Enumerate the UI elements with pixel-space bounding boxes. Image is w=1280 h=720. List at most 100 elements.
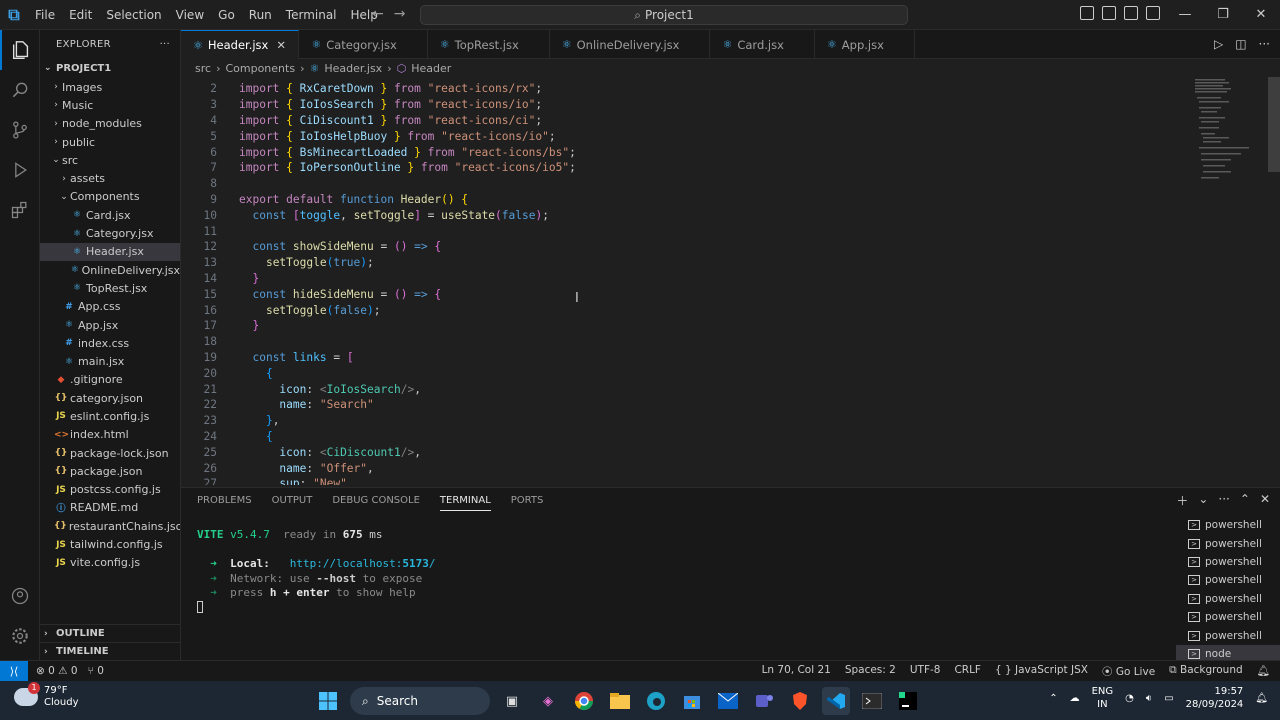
tree-file[interactable]: ◆ .gitignore bbox=[40, 371, 180, 389]
editor-tab[interactable]: ⚛ OnlineDelivery.jsx bbox=[550, 30, 711, 59]
code-line[interactable]: 16 setToggle(false); bbox=[181, 302, 1181, 318]
tree-file[interactable]: ⚛ App.jsx bbox=[40, 316, 180, 334]
tree-folder[interactable]: ⌄ src bbox=[40, 151, 180, 169]
code-line[interactable]: 11 bbox=[181, 223, 1181, 239]
timeline-section[interactable]: › TIMELINE bbox=[40, 642, 180, 660]
windows-start-icon[interactable] bbox=[314, 687, 342, 715]
tree-file[interactable]: ⚛ TopRest.jsx bbox=[40, 279, 180, 297]
code-line[interactable]: 9 export default function Header() { bbox=[181, 192, 1181, 208]
tree-folder[interactable]: › public bbox=[40, 133, 180, 151]
more-actions-icon[interactable]: ··· bbox=[1218, 492, 1229, 509]
tree-file[interactable]: ⚛ OnlineDelivery.jsx bbox=[40, 261, 180, 279]
chevron-up-icon[interactable]: ⌃ bbox=[1049, 693, 1057, 704]
tree-file[interactable]: {} category.json bbox=[40, 389, 180, 407]
minimap[interactable] bbox=[1193, 77, 1268, 187]
new-terminal-icon[interactable]: ＋ bbox=[1176, 492, 1188, 509]
code-line[interactable]: 10 const [toggle, setToggle] = useState(… bbox=[181, 207, 1181, 223]
menu-edit[interactable]: Edit bbox=[62, 0, 99, 30]
local-url[interactable]: http://localhost:5173/ bbox=[290, 557, 436, 570]
tree-file[interactable]: JS postcss.config.js bbox=[40, 481, 180, 499]
editor-scrollbar[interactable] bbox=[1268, 77, 1280, 172]
indentation[interactable]: Spaces: 2 bbox=[845, 664, 896, 679]
command-center-search[interactable]: ⌕ Project1 bbox=[420, 5, 908, 25]
close-panel-icon[interactable]: ✕ bbox=[1260, 492, 1270, 509]
code-line[interactable]: 4 import { CiDiscount1 } from "react-icon… bbox=[181, 113, 1181, 129]
terminal-instance[interactable]: > powershell bbox=[1176, 516, 1280, 534]
search-icon[interactable] bbox=[0, 70, 40, 110]
tree-file[interactable]: JS eslint.config.js bbox=[40, 407, 180, 425]
editor-tab[interactable]: ⚛ TopRest.jsx bbox=[428, 30, 550, 59]
restore-button[interactable]: ❐ bbox=[1204, 0, 1242, 30]
tree-file[interactable]: {} package-lock.json bbox=[40, 444, 180, 462]
extensions-icon[interactable] bbox=[0, 190, 40, 230]
ports-status[interactable]: ⑂ 0 bbox=[88, 665, 104, 677]
code-line[interactable]: 18 bbox=[181, 334, 1181, 350]
problems-status[interactable]: ⊗ 0 ⚠ 0 bbox=[36, 665, 78, 677]
code-line[interactable]: 19 const links = [ bbox=[181, 350, 1181, 366]
tree-file[interactable]: ⚛ Card.jsx bbox=[40, 206, 180, 224]
volume-icon[interactable]: 🔉︎ bbox=[1146, 693, 1152, 704]
breadcrumb-item[interactable]: Header.jsx bbox=[324, 62, 382, 75]
project-root[interactable]: ⌄ PROJECT1 bbox=[40, 58, 180, 78]
language-mode[interactable]: { } JavaScript JSX bbox=[995, 664, 1088, 679]
menu-file[interactable]: File bbox=[28, 0, 62, 30]
editor-tab[interactable]: ⚛ Card.jsx bbox=[710, 30, 815, 59]
tab-ports[interactable]: PORTS bbox=[511, 495, 544, 506]
notifications-bell-icon[interactable]: 🔔︎ bbox=[1257, 664, 1270, 679]
end-of-line[interactable]: CRLF bbox=[954, 664, 981, 679]
customize-layout-icon[interactable] bbox=[1146, 6, 1160, 20]
weather-widget[interactable]: 1 79°F Cloudy bbox=[14, 682, 78, 709]
editor-tab[interactable]: ⚛ Category.jsx bbox=[299, 30, 428, 59]
menu-terminal[interactable]: Terminal bbox=[279, 0, 344, 30]
tree-file[interactable]: ⓘ README.md bbox=[40, 499, 180, 517]
code-line[interactable]: 7 import { IoPersonOutline } from "react-… bbox=[181, 160, 1181, 176]
code-line[interactable]: 22 name: "Search" bbox=[181, 397, 1181, 413]
toggle-secondary-sidebar-icon[interactable] bbox=[1124, 6, 1138, 20]
battery-icon[interactable]: ▭ bbox=[1164, 693, 1173, 704]
tab-problems[interactable]: PROBLEMS bbox=[197, 495, 252, 506]
tree-folder[interactable]: › Images bbox=[40, 78, 180, 96]
go-live-button[interactable]: ⦿ Go Live bbox=[1102, 664, 1155, 679]
tree-file[interactable]: <> index.html bbox=[40, 426, 180, 444]
tree-file[interactable]: ⚛ Header.jsx bbox=[40, 242, 180, 261]
network-tray-icon[interactable]: ☁ bbox=[1070, 693, 1080, 704]
code-line[interactable]: 24 { bbox=[181, 429, 1181, 445]
code-line[interactable]: 27 sup: "New" bbox=[181, 476, 1181, 485]
tree-file[interactable]: JS tailwind.config.js bbox=[40, 535, 180, 553]
code-line[interactable]: 25 icon: <CiDiscount1/>, bbox=[181, 444, 1181, 460]
notification-center-icon[interactable]: 🔔︎ bbox=[1255, 693, 1268, 704]
run-icon[interactable]: ▷ bbox=[1214, 37, 1223, 51]
code-line[interactable]: 17 } bbox=[181, 318, 1181, 334]
mail-icon[interactable] bbox=[714, 687, 742, 715]
breadcrumb-item[interactable]: src bbox=[195, 62, 211, 75]
menu-selection[interactable]: Selection bbox=[99, 0, 168, 30]
terminal-output[interactable]: VITE v5.4.7 ready in 675 ms ➜ Local: htt… bbox=[197, 528, 435, 615]
outline-section[interactable]: › OUTLINE bbox=[40, 624, 180, 642]
copilot-icon[interactable]: ◈ bbox=[534, 687, 562, 715]
file-explorer-icon[interactable] bbox=[606, 687, 634, 715]
code-line[interactable]: 23 }, bbox=[181, 413, 1181, 429]
menu-go[interactable]: Go bbox=[211, 0, 242, 30]
breadcrumb-item[interactable]: Header bbox=[411, 62, 451, 75]
terminal-instance[interactable]: > powershell bbox=[1176, 571, 1280, 589]
tree-file[interactable]: JS vite.config.js bbox=[40, 554, 180, 572]
tree-folder[interactable]: › Music bbox=[40, 96, 180, 114]
tree-file[interactable]: {} restaurantChains.json bbox=[40, 517, 180, 535]
clock[interactable]: 19:57 28/09/2024 bbox=[1186, 685, 1244, 711]
teams-icon[interactable] bbox=[750, 687, 778, 715]
terminal-instance[interactable]: > powershell bbox=[1176, 608, 1280, 626]
wifi-icon[interactable]: ◔ bbox=[1125, 693, 1134, 704]
menu-run[interactable]: Run bbox=[242, 0, 279, 30]
forward-arrow-icon[interactable]: → bbox=[394, 6, 406, 22]
code-line[interactable]: 14 } bbox=[181, 271, 1181, 287]
editor-tab[interactable]: ⚛ App.jsx bbox=[815, 30, 915, 59]
edge-icon[interactable] bbox=[642, 687, 670, 715]
more-actions-icon[interactable]: ··· bbox=[1259, 37, 1270, 51]
store-icon[interactable] bbox=[678, 687, 706, 715]
editor-tab[interactable]: ⚛ Header.jsx ✕ bbox=[181, 30, 300, 59]
pycharm-icon[interactable] bbox=[894, 687, 922, 715]
settings-gear-icon[interactable] bbox=[0, 616, 40, 656]
code-editor[interactable]: 2 import { RxCaretDown } from "react-icon… bbox=[181, 77, 1280, 485]
tree-file[interactable]: ⚛ main.jsx bbox=[40, 352, 180, 370]
cursor-position[interactable]: Ln 70, Col 21 bbox=[762, 664, 831, 679]
